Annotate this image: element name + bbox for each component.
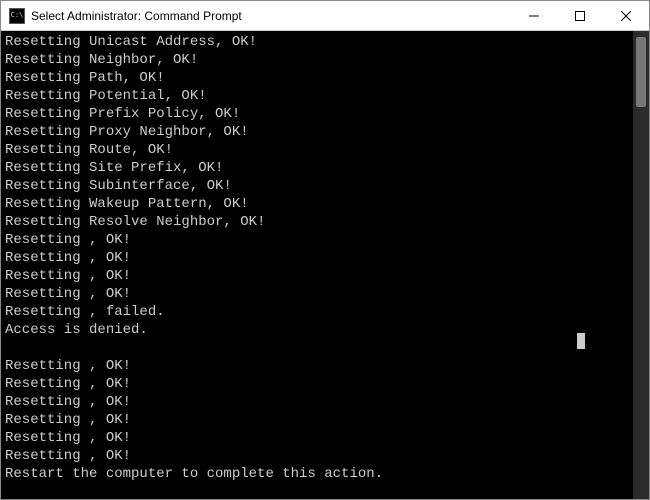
window-controls (511, 1, 649, 30)
titlebar[interactable]: C:\ Select Administrator: Command Prompt (1, 1, 649, 31)
console-line: Resetting Route, OK! (5, 141, 629, 159)
console-line: Resetting Subinterface, OK! (5, 177, 629, 195)
console-line: Resetting , OK! (5, 411, 629, 429)
console-line: Resetting Path, OK! (5, 69, 629, 87)
console-output[interactable]: Resetting Unicast Address, OK!Resetting … (1, 31, 633, 499)
console-line: Resetting Site Prefix, OK! (5, 159, 629, 177)
console-line: Resetting Proxy Neighbor, OK! (5, 123, 629, 141)
console-line: Restart the computer to complete this ac… (5, 465, 629, 483)
console-line (5, 339, 629, 357)
selection-cursor (577, 333, 585, 349)
command-prompt-window: C:\ Select Administrator: Command Prompt… (0, 0, 650, 500)
window-title: Select Administrator: Command Prompt (31, 9, 511, 23)
console-line: Resetting , OK! (5, 429, 629, 447)
console-line: Resetting , OK! (5, 447, 629, 465)
cmd-icon: C:\ (9, 8, 25, 24)
scrollbar-thumb[interactable] (636, 37, 646, 107)
minimize-button[interactable] (511, 1, 557, 30)
console-line: Resetting , failed. (5, 303, 629, 321)
console-line: Resetting , OK! (5, 267, 629, 285)
console-line: Resetting , OK! (5, 231, 629, 249)
console-line: Resetting Neighbor, OK! (5, 51, 629, 69)
console-line: Resetting Unicast Address, OK! (5, 33, 629, 51)
console-line: Resetting , OK! (5, 393, 629, 411)
console-line: Resetting Resolve Neighbor, OK! (5, 213, 629, 231)
close-button[interactable] (603, 1, 649, 30)
scrollbar[interactable] (633, 31, 649, 499)
console-line (5, 483, 629, 499)
console-line: Resetting Wakeup Pattern, OK! (5, 195, 629, 213)
console-line: Resetting , OK! (5, 249, 629, 267)
console-line: Resetting Prefix Policy, OK! (5, 105, 629, 123)
maximize-button[interactable] (557, 1, 603, 30)
console-line: Resetting Potential, OK! (5, 87, 629, 105)
console-line: Resetting , OK! (5, 285, 629, 303)
console-line: Resetting , OK! (5, 357, 629, 375)
console-line: Access is denied. (5, 321, 629, 339)
console-area: Resetting Unicast Address, OK!Resetting … (1, 31, 649, 499)
console-line: Resetting , OK! (5, 375, 629, 393)
